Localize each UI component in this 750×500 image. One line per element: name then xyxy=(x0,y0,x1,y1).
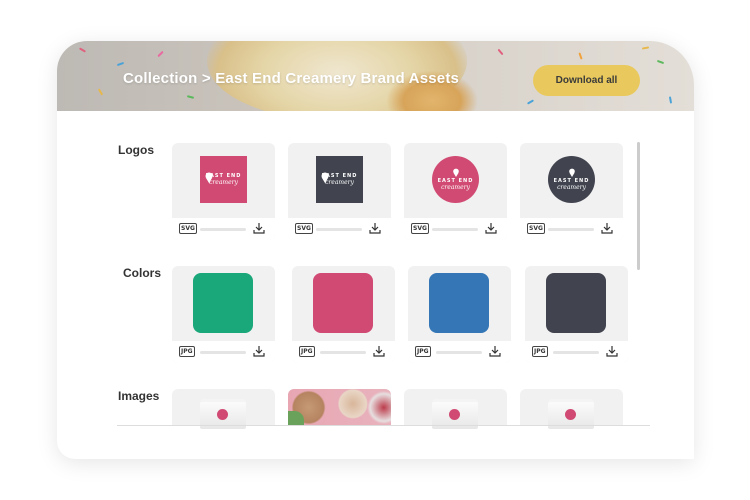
color-swatch-blue xyxy=(429,273,489,333)
header-banner: Collection > East End Creamery Brand Ass… xyxy=(57,41,694,111)
logo-pink-circle: EAST END creamery xyxy=(432,156,479,203)
brand-assets-window: Collection > East End Creamery Brand Ass… xyxy=(57,41,694,459)
section-label-logos: Logos xyxy=(118,143,154,157)
download-icon[interactable] xyxy=(484,221,498,235)
card-footer: SVG xyxy=(172,218,275,240)
ice-cream-icon xyxy=(321,172,329,183)
leaf-decoration xyxy=(288,411,304,426)
download-all-button[interactable]: Download all xyxy=(533,65,640,96)
file-type-icon: SVG xyxy=(411,223,429,234)
logo-card[interactable]: EAST END creamery SVG xyxy=(172,143,275,240)
card-footer: JPG xyxy=(292,341,395,363)
logo-thumbnail: EAST END creamery xyxy=(404,143,507,218)
download-icon[interactable] xyxy=(600,221,614,235)
filename-placeholder xyxy=(436,351,482,354)
file-type-icon: SVG xyxy=(295,223,313,234)
download-icon[interactable] xyxy=(605,344,619,358)
download-icon[interactable] xyxy=(368,221,382,235)
tub-logo xyxy=(217,409,228,420)
color-swatch-pink xyxy=(313,273,373,333)
download-icon[interactable] xyxy=(372,344,386,358)
logo-pink-square: EAST END creamery xyxy=(200,156,247,203)
color-card[interactable]: JPG xyxy=(525,266,628,363)
section-label-colors: Colors xyxy=(123,266,162,280)
card-footer: JPG xyxy=(408,341,511,363)
breadcrumb[interactable]: Collection > East End Creamery Brand Ass… xyxy=(123,70,459,87)
card-footer: SVG xyxy=(404,218,507,240)
logo-sub-text: creamery xyxy=(441,184,470,191)
section-label-images: Images xyxy=(118,389,160,403)
logo-thumbnail: EAST END creamery xyxy=(520,143,623,218)
image-card[interactable] xyxy=(288,389,391,426)
color-card[interactable]: JPG xyxy=(408,266,511,363)
logo-thumbnail: EAST END creamery xyxy=(172,143,275,218)
logo-dark-circle: EAST END creamery xyxy=(548,156,595,203)
tub-logo xyxy=(449,409,460,420)
ice-cream-icon xyxy=(568,168,575,177)
file-type-icon: JPG xyxy=(299,346,315,357)
vertical-scrollbar[interactable] xyxy=(637,142,640,270)
ice-cream-icon xyxy=(205,172,213,183)
file-type-icon: SVG xyxy=(179,223,197,234)
download-icon[interactable] xyxy=(488,344,502,358)
logo-card[interactable]: EAST END creamery SVG xyxy=(288,143,391,240)
file-type-icon: JPG xyxy=(415,346,431,357)
card-footer: JPG xyxy=(172,341,275,363)
tub-logo xyxy=(565,409,576,420)
filename-placeholder xyxy=(316,228,362,231)
image-card[interactable] xyxy=(520,389,623,429)
card-footer: SVG xyxy=(520,218,623,240)
card-footer: JPG xyxy=(525,341,628,363)
color-card[interactable]: JPG xyxy=(172,266,275,363)
filename-placeholder xyxy=(553,351,599,354)
filename-placeholder xyxy=(200,351,246,354)
filename-placeholder xyxy=(200,228,246,231)
logo-thumbnail: EAST END creamery xyxy=(288,143,391,218)
logo-card[interactable]: EAST END creamery SVG xyxy=(520,143,623,240)
card-footer: SVG xyxy=(288,218,391,240)
image-card[interactable] xyxy=(172,389,275,429)
color-card[interactable]: JPG xyxy=(292,266,395,363)
download-icon[interactable] xyxy=(252,221,266,235)
color-swatch-dark xyxy=(546,273,606,333)
filename-placeholder xyxy=(432,228,478,231)
section-divider xyxy=(117,425,650,426)
color-swatch-green xyxy=(193,273,253,333)
ice-cream-icon xyxy=(452,168,459,177)
logo-card[interactable]: EAST END creamery SVG xyxy=(404,143,507,240)
file-type-icon: SVG xyxy=(527,223,545,234)
logo-sub-text: creamery xyxy=(557,184,586,191)
image-card[interactable] xyxy=(404,389,507,429)
download-icon[interactable] xyxy=(252,344,266,358)
filename-placeholder xyxy=(548,228,594,231)
logo-dark-square: EAST END creamery xyxy=(316,156,363,203)
file-type-icon: JPG xyxy=(532,346,548,357)
file-type-icon: JPG xyxy=(179,346,195,357)
filename-placeholder xyxy=(320,351,366,354)
